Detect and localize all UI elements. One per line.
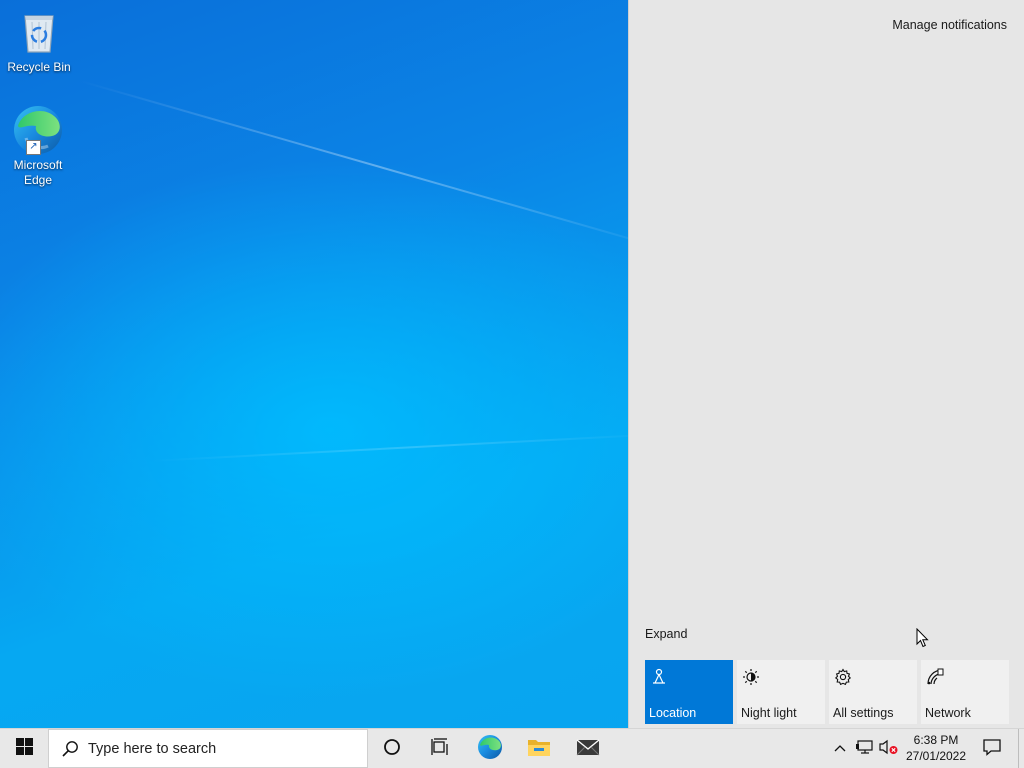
wallpaper-light-beam xyxy=(149,432,670,462)
taskbar-clock[interactable]: 6:38 PM 27/01/2022 xyxy=(902,729,970,768)
quick-action-label: Location xyxy=(649,706,697,720)
taskbar-file-explorer-button[interactable] xyxy=(515,729,563,768)
network-icon xyxy=(926,668,944,686)
desktop-icon-label: Recycle Bin xyxy=(7,60,71,74)
notification-icon xyxy=(983,738,1001,761)
search-placeholder: Type here to search xyxy=(88,740,217,757)
quick-action-network[interactable]: Network xyxy=(921,660,1009,724)
task-view-button[interactable] xyxy=(416,729,464,768)
cortana-icon xyxy=(383,738,401,761)
desktop-icon-recycle-bin[interactable]: Recycle Bin xyxy=(1,8,77,75)
task-view-icon xyxy=(430,737,450,761)
windows-logo-icon xyxy=(15,738,33,760)
quick-action-label: Night light xyxy=(741,706,797,720)
show-hidden-icons-button[interactable] xyxy=(830,729,850,768)
quick-action-label: Network xyxy=(925,706,971,720)
tray-volume-button[interactable] xyxy=(878,729,900,768)
edge-icon xyxy=(477,734,503,765)
wired-network-icon xyxy=(856,739,874,760)
action-center-panel: Manage notifications Expand Location Nig… xyxy=(628,0,1024,728)
tray-network-button[interactable] xyxy=(854,729,876,768)
shortcut-arrow-icon: ↗ xyxy=(26,140,41,155)
edge-icon: ↗ xyxy=(12,104,64,156)
taskbar: Type here to search 6:38 PM 27/01/2022 xyxy=(0,728,1024,768)
desktop-icon-label: Microsoft Edge xyxy=(13,158,63,187)
quick-action-all-settings[interactable]: All settings xyxy=(829,660,917,724)
mail-icon xyxy=(576,738,600,761)
show-desktop-button[interactable] xyxy=(1018,729,1024,768)
quick-action-label: All settings xyxy=(833,706,894,720)
quick-actions-grid: Location Night light All settings Networ… xyxy=(645,660,1009,724)
recycle-bin-icon xyxy=(1,8,77,58)
file-explorer-icon xyxy=(527,737,551,762)
desktop-icon-microsoft-edge[interactable]: ↗ Microsoft Edge xyxy=(0,104,76,188)
start-button[interactable] xyxy=(0,729,48,768)
action-center-button[interactable] xyxy=(972,729,1012,768)
wallpaper-light-beam xyxy=(79,80,677,253)
clock-time: 6:38 PM xyxy=(913,733,959,747)
volume-muted-icon xyxy=(879,739,899,760)
taskbar-mail-button[interactable] xyxy=(564,729,612,768)
cortana-button[interactable] xyxy=(368,729,416,768)
quick-action-night-light[interactable]: Night light xyxy=(737,660,825,724)
gear-icon xyxy=(834,668,852,686)
clock-date: 27/01/2022 xyxy=(905,749,967,763)
screen: Recycle Bin ↗ Microsoft Edge Manage noti… xyxy=(0,0,1024,768)
location-icon xyxy=(650,668,668,686)
taskbar-edge-button[interactable] xyxy=(466,729,514,768)
chevron-up-icon xyxy=(833,740,847,758)
quick-action-location[interactable]: Location xyxy=(645,660,733,724)
expand-quick-actions-link[interactable]: Expand xyxy=(645,627,687,641)
taskbar-search-box[interactable]: Type here to search xyxy=(48,729,368,768)
search-icon xyxy=(61,740,79,758)
manage-notifications-link[interactable]: Manage notifications xyxy=(892,18,1007,32)
night-light-icon xyxy=(742,668,760,686)
